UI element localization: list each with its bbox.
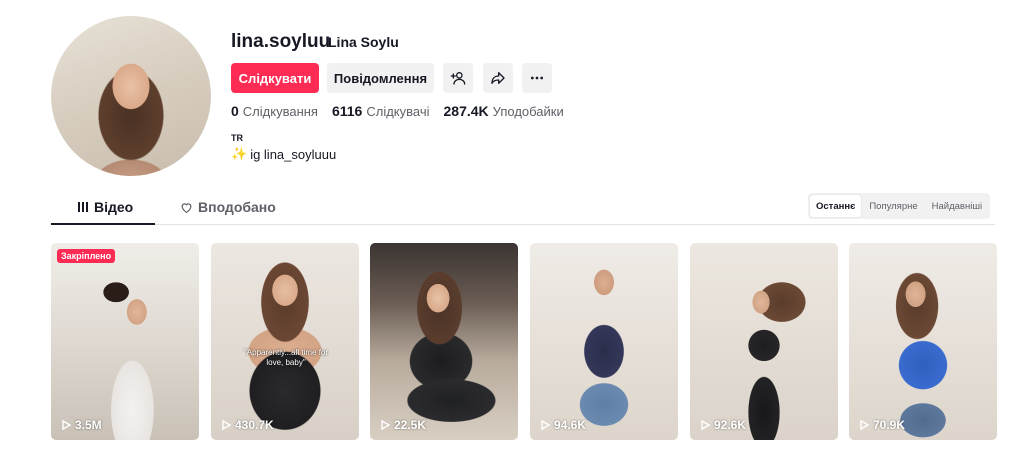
view-count: 70.9K bbox=[859, 418, 905, 432]
active-tab-indicator bbox=[51, 223, 155, 225]
video-grid: Закріплено 3.5M "Apparently...all time f… bbox=[51, 243, 997, 440]
sort-selector: Останнє Популярне Найдавніші bbox=[808, 193, 991, 219]
share-button[interactable] bbox=[483, 63, 513, 93]
view-count-value: 430.7K bbox=[235, 418, 274, 432]
play-icon bbox=[860, 420, 869, 430]
likes-label: Уподобайки bbox=[492, 104, 564, 119]
view-count-value: 3.5M bbox=[75, 418, 102, 432]
likes-count: 287.4K bbox=[443, 103, 489, 119]
tab-videos[interactable]: Відео bbox=[77, 199, 133, 215]
profile-bio: ✨ ig lina_soyluuu bbox=[231, 146, 336, 162]
tab-videos-label: Відео bbox=[94, 199, 134, 215]
profile-avatar[interactable] bbox=[51, 16, 211, 176]
profile-stats: 0 Слідкування 6116 Слідкувачі 287.4K Уподоб… bbox=[231, 103, 564, 119]
play-icon bbox=[62, 420, 71, 430]
following-label: Слідкування bbox=[242, 104, 318, 119]
view-count: 22.5K bbox=[380, 418, 426, 432]
pinned-badge: Закріплено bbox=[57, 249, 116, 263]
likes-stat: 287.4K Уподобайки bbox=[444, 103, 564, 119]
video-card[interactable]: Закріплено 3.5M bbox=[51, 243, 199, 440]
followers-label: Слідкувачі bbox=[366, 104, 430, 119]
view-count: 92.6K bbox=[700, 418, 746, 432]
video-card[interactable]: 92.6K bbox=[690, 243, 838, 440]
video-card[interactable]: 22.5K bbox=[370, 243, 518, 440]
followers-stat[interactable]: 6116 Слідкувачі bbox=[332, 103, 430, 119]
video-caption: "Apparently...all time for love, baby" bbox=[243, 348, 329, 367]
followers-count: 6116 bbox=[331, 103, 363, 119]
message-button[interactable]: Повідомлення bbox=[327, 63, 434, 93]
sort-latest[interactable]: Останнє bbox=[810, 195, 862, 217]
view-count: 430.7K bbox=[221, 418, 274, 432]
sort-oldest[interactable]: Найдавніші bbox=[926, 195, 988, 217]
view-count-value: 92.6K bbox=[714, 418, 747, 432]
tab-liked-label: Вподобано bbox=[198, 199, 276, 215]
more-dots-icon bbox=[531, 76, 543, 80]
heart-icon bbox=[181, 202, 192, 213]
follow-button[interactable]: Слідкувати bbox=[231, 63, 319, 93]
sparkles-icon: ✨ bbox=[231, 146, 248, 161]
profile-username: lina.soyluu bbox=[231, 31, 331, 52]
view-count-value: 94.6K bbox=[554, 418, 587, 432]
video-card[interactable]: 70.9K bbox=[849, 243, 997, 440]
video-card[interactable]: "Apparently...all time for love, baby" 4… bbox=[211, 243, 359, 440]
sort-popular[interactable]: Популярне bbox=[863, 195, 923, 217]
add-friend-button[interactable] bbox=[443, 63, 473, 93]
play-icon bbox=[701, 420, 710, 430]
tab-liked[interactable]: Вподобано bbox=[180, 199, 276, 215]
following-count: 0 bbox=[231, 103, 239, 119]
grid-icon bbox=[78, 202, 88, 212]
view-count-value: 70.9K bbox=[873, 418, 906, 432]
more-options-button[interactable] bbox=[522, 63, 552, 93]
share-icon bbox=[491, 72, 505, 84]
play-icon bbox=[541, 420, 550, 430]
following-stat[interactable]: 0 Слідкування bbox=[231, 103, 318, 119]
view-count-value: 22.5K bbox=[394, 418, 427, 432]
bio-text: ig lina_soyluuu bbox=[250, 146, 337, 162]
country-tag: TR bbox=[231, 133, 243, 143]
view-count: 3.5M bbox=[61, 418, 102, 432]
view-count: 94.6K bbox=[540, 418, 586, 432]
play-icon bbox=[381, 420, 390, 430]
add-user-icon bbox=[450, 72, 466, 85]
video-card[interactable]: 94.6K bbox=[530, 243, 678, 440]
profile-nickname: Lina Soylu bbox=[328, 34, 399, 50]
play-icon bbox=[222, 420, 231, 430]
